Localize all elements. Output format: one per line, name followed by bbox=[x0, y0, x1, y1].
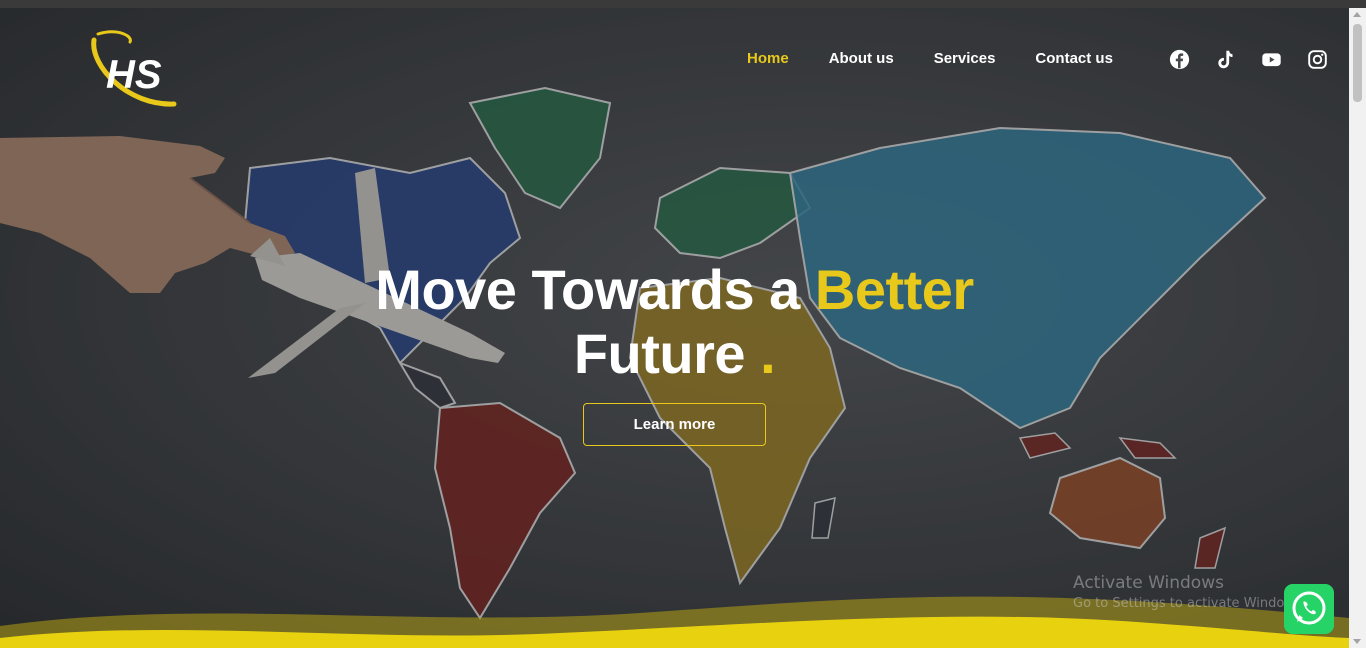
page-scrollbar[interactable] bbox=[1349, 8, 1366, 648]
watermark-subtitle: Go to Settings to activate Windows. bbox=[1073, 596, 1306, 611]
hero-section: HS Home About us Services Contact us Mov… bbox=[0, 8, 1349, 648]
nav-about-us[interactable]: About us bbox=[829, 50, 894, 67]
watermark-title: Activate Windows bbox=[1073, 573, 1224, 593]
nav-contact-us[interactable]: Contact us bbox=[1035, 50, 1113, 67]
social-links bbox=[1169, 49, 1328, 70]
scroll-up-arrow-icon[interactable] bbox=[1353, 12, 1361, 17]
hs-logo[interactable]: HS bbox=[88, 26, 180, 108]
nav-home[interactable]: Home bbox=[747, 50, 789, 67]
browser-top-bar bbox=[0, 0, 1366, 8]
hero-headline: Move Towards a Better Future . bbox=[0, 258, 1349, 386]
activate-windows-watermark: Activate Windows Go to Settings to activ… bbox=[1073, 573, 1306, 611]
headline-line2: Future bbox=[573, 322, 761, 385]
headline-dot: . bbox=[760, 322, 776, 385]
nav-services[interactable]: Services bbox=[934, 50, 996, 67]
facebook-icon[interactable] bbox=[1169, 49, 1190, 70]
tiktok-icon[interactable] bbox=[1215, 49, 1236, 70]
main-nav: Home About us Services Contact us bbox=[747, 50, 1153, 67]
logo-text: HS bbox=[106, 53, 162, 97]
scroll-down-arrow-icon[interactable] bbox=[1353, 639, 1361, 644]
learn-more-button[interactable]: Learn more bbox=[583, 403, 766, 446]
headline-accent-better: Better bbox=[814, 258, 974, 321]
whatsapp-button[interactable] bbox=[1284, 584, 1334, 634]
scrollbar-thumb[interactable] bbox=[1353, 24, 1362, 102]
instagram-icon[interactable] bbox=[1307, 49, 1328, 70]
youtube-icon[interactable] bbox=[1261, 49, 1282, 70]
headline-line1-prefix: Move Towards a bbox=[375, 258, 815, 321]
